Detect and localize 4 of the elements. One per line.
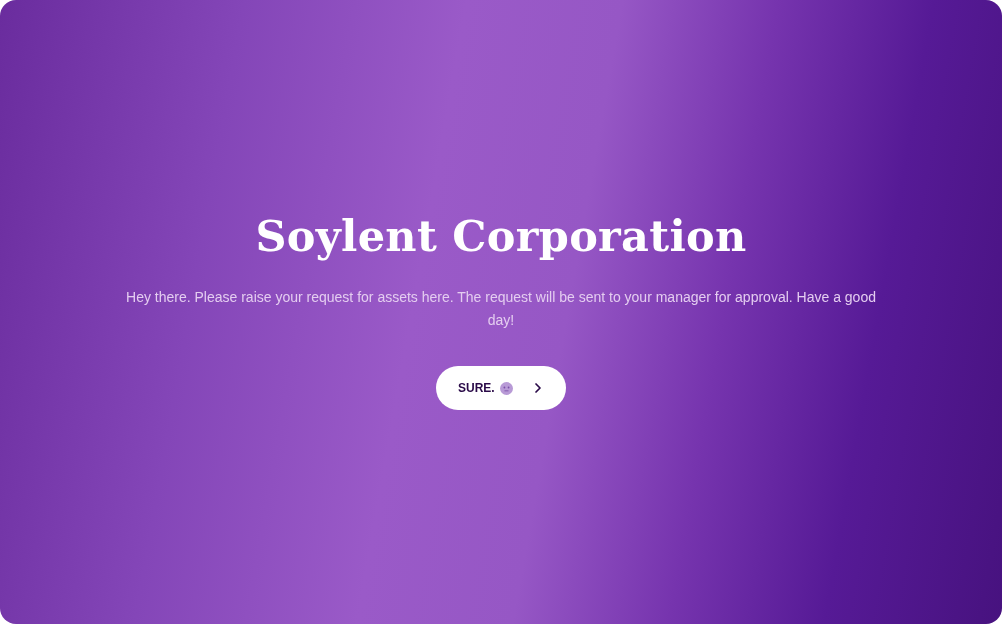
page-title: Soylent Corporation	[255, 210, 747, 263]
sure-button[interactable]: SURE.	[436, 366, 566, 410]
intro-message: Hey there. Please raise your request for assets here. The request will be sent to your manager for approval. Have a good day!	[125, 288, 877, 330]
emoji-icon	[499, 381, 513, 395]
